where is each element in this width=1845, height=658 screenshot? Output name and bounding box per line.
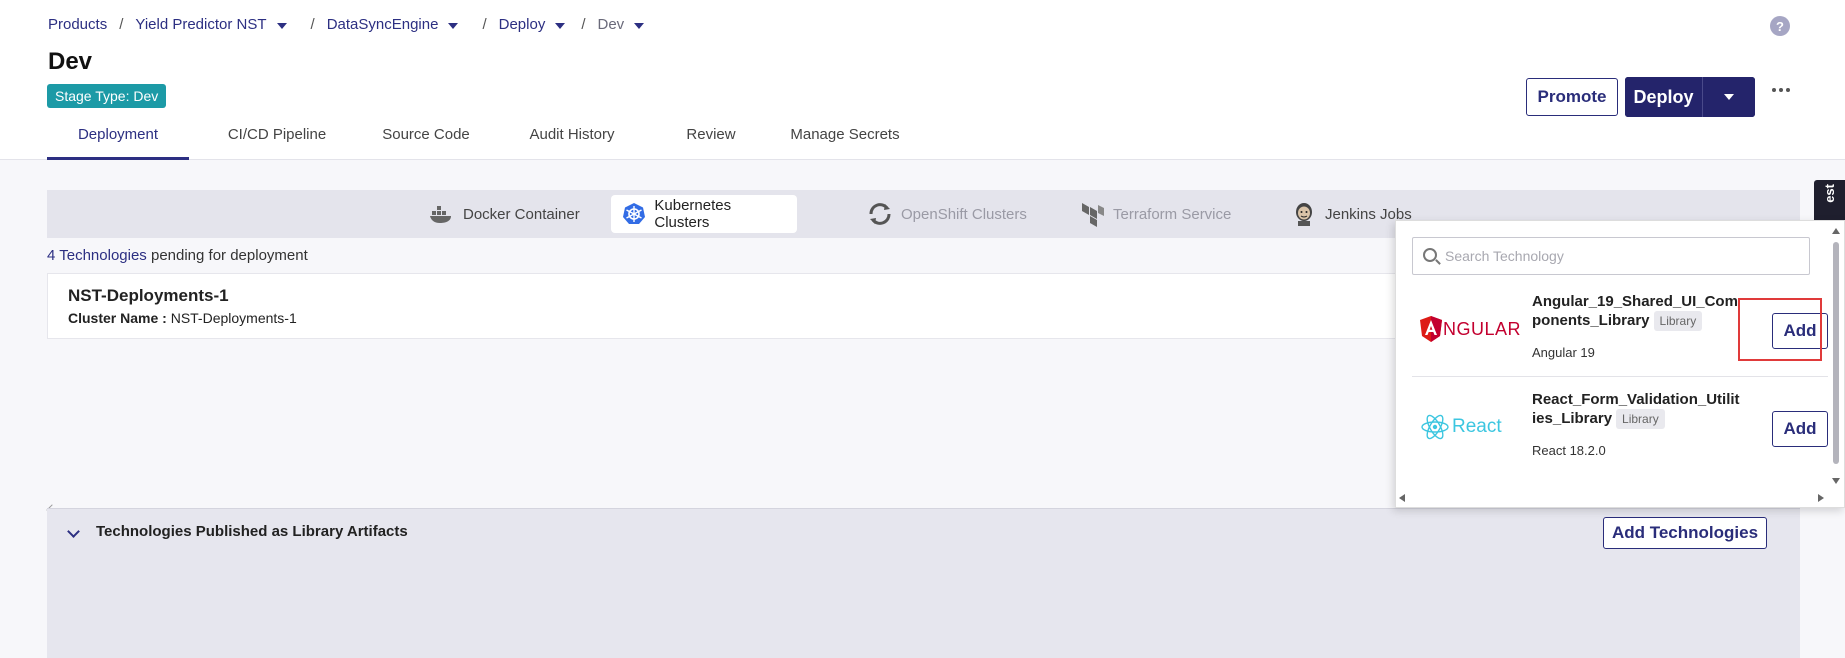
collapse-chevron-icon[interactable] [67,525,80,538]
deploy-split-button: Deploy [1625,77,1755,117]
chevron-down-icon [634,22,645,29]
breadcrumb-stage-select[interactable]: Dev [598,16,645,33]
stage-type-badge: Stage Type: Dev [47,84,167,108]
tech-tab-terraform[interactable]: Terraform Service [1069,195,1241,233]
deploy-options-button[interactable] [1703,77,1755,117]
scrollbar-thumb[interactable] [1833,242,1839,464]
search-icon [1423,248,1437,262]
scroll-right-arrow-icon[interactable] [1818,494,1824,502]
tech-tab-openshift[interactable]: OpenShift Clusters [857,195,1037,233]
jenkins-icon [1291,201,1317,227]
chevron-down-icon [276,22,287,29]
breadcrumb-products[interactable]: Products [48,16,107,33]
page-header: Products / Yield Predictor NST / DataSyn… [0,0,1845,160]
technology-version: Angular 19 [1532,345,1595,360]
breadcrumb-separator: / [119,16,124,33]
tab-source-code[interactable]: Source Code [367,122,485,160]
page-title: Dev [48,48,93,75]
breadcrumb-separator: / [482,16,487,33]
tab-deployment[interactable]: Deployment [47,122,189,160]
tech-tab-docker[interactable]: Docker Container [419,195,590,233]
tab-audit-history[interactable]: Audit History [513,122,631,160]
tech-tab-kubernetes[interactable]: Kubernetes Clusters [611,195,797,233]
chevron-down-icon [555,22,566,29]
pending-count[interactable]: 4 Technologies [47,247,147,264]
technology-name: Angular_19_Shared_UI_Components_Library L… [1532,293,1738,331]
help-icon[interactable]: ? [1770,16,1790,36]
scroll-left-arrow-icon[interactable] [1399,494,1405,502]
pending-text: pending for deployment [150,247,308,264]
library-artifacts-section: Technologies Published as Library Artifa… [47,508,1800,658]
breadcrumb-product-select[interactable]: Yield Predictor NST [135,16,287,33]
chevron-down-icon [1724,94,1734,100]
technology-version: React 18.2.0 [1532,443,1606,458]
technology-name: React_Form_Validation_Utilities_Library L… [1532,391,1740,429]
cluster-name-value: NST-Deployments-1 [170,310,297,326]
breadcrumb: Products / Yield Predictor NST / DataSyn… [48,16,645,33]
search-technology-field [1412,237,1810,275]
more-options-icon[interactable] [1772,88,1790,92]
tab-review[interactable]: Review [671,122,751,160]
tab-cicd-pipeline[interactable]: CI/CD Pipeline [213,122,341,160]
breadcrumb-separator: / [310,16,315,33]
angular-logo: NGULAR [1420,309,1528,349]
cluster-name-label: Cluster Name : [68,310,167,326]
add-react-library-button[interactable]: Add [1772,411,1828,447]
library-badge: Library [1653,311,1703,331]
breadcrumb-component-select[interactable]: DataSyncEngine [327,16,459,33]
add-technologies-button[interactable]: Add Technologies [1603,517,1767,549]
cluster-name-row: Cluster Name : NST-Deployments-1 [68,310,297,326]
deploy-button[interactable]: Deploy [1625,77,1703,117]
technology-option: React React_Form_Validation_Utilities_Li… [1412,379,1828,475]
chevron-down-icon [448,22,459,29]
pending-deployment-summary: 4 Technologies pending for deployment [47,247,308,264]
search-technology-input[interactable] [1445,238,1805,274]
tab-manage-secrets[interactable]: Manage Secrets [783,122,907,160]
scroll-down-arrow-icon[interactable] [1832,478,1840,484]
scroll-up-arrow-icon[interactable] [1832,228,1840,234]
terraform-icon [1079,201,1105,227]
promote-button[interactable]: Promote [1526,78,1618,116]
breadcrumb-stage-group-select[interactable]: Deploy [499,16,566,33]
library-section-title: Technologies Published as Library Artifa… [96,523,408,540]
cluster-title: NST-Deployments-1 [68,286,229,305]
focus-highlight [1738,298,1822,361]
dropdown-vertical-scrollbar[interactable] [1830,228,1842,492]
cluster-card[interactable]: NST-Deployments-1 Cluster Name : NST-Dep… [47,273,1402,339]
library-badge: Library [1616,409,1665,429]
openshift-icon [867,201,893,227]
docker-icon [429,201,455,227]
technology-picker-dropdown: NGULAR Angular_19_Shared_UI_Components_L… [1395,220,1845,508]
kubernetes-icon [621,201,646,227]
react-logo: React [1420,407,1528,447]
breadcrumb-separator: / [581,16,586,33]
stage-tabs: Deployment CI/CD Pipeline Source Code Au… [47,122,907,160]
